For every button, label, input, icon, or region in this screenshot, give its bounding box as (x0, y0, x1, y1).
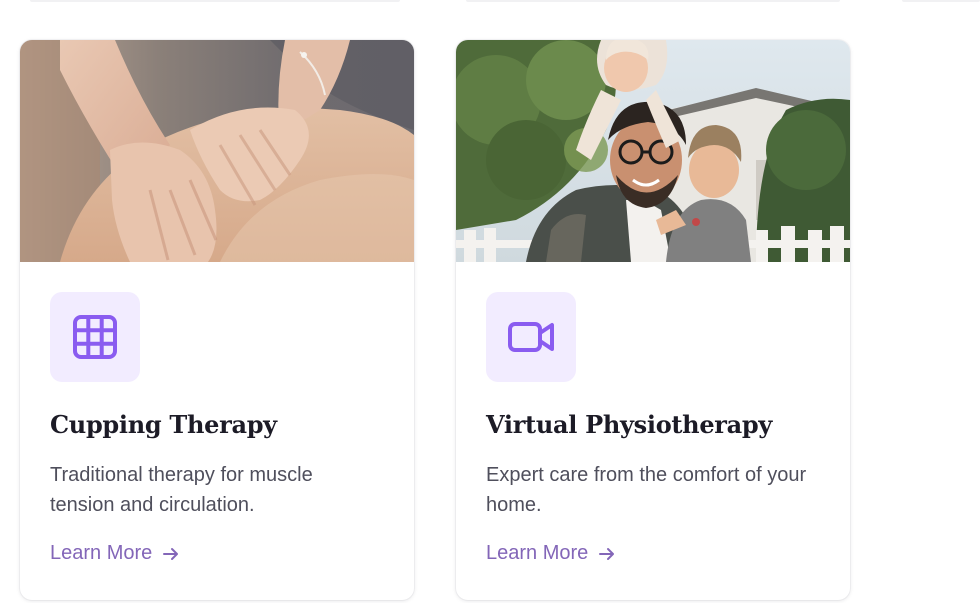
learn-more-label: Learn More (486, 542, 589, 564)
previous-card-edge (466, 0, 840, 2)
arrow-right-icon (162, 545, 180, 563)
arrow-right-icon (598, 545, 616, 563)
services-section: Cupping Therapy Traditional therapy for … (0, 0, 980, 603)
previous-card-edge (902, 0, 980, 2)
virtual-physiotherapy-icon-tile (486, 292, 576, 382)
family-photo (456, 40, 850, 262)
cupping-therapy-icon-tile (50, 292, 140, 382)
card-title: Virtual Physiotherapy (486, 410, 773, 439)
service-card-virtual-physiotherapy[interactable]: Virtual Physiotherapy Expert care from t… (456, 40, 850, 600)
video-camera-icon (508, 322, 554, 352)
learn-more-link[interactable]: Learn More (486, 542, 616, 565)
card-title: Cupping Therapy (50, 410, 277, 439)
learn-more-link[interactable]: Learn More (50, 542, 180, 565)
service-card-cupping-therapy[interactable]: Cupping Therapy Traditional therapy for … (20, 40, 414, 600)
grid-icon (73, 315, 117, 359)
learn-more-label: Learn More (50, 542, 153, 564)
card-description: Traditional therapy for muscle tension a… (50, 464, 313, 516)
massage-photo (20, 40, 414, 262)
previous-card-edge (30, 0, 400, 2)
card-description: Expert care from the comfort of your hom… (486, 464, 807, 516)
